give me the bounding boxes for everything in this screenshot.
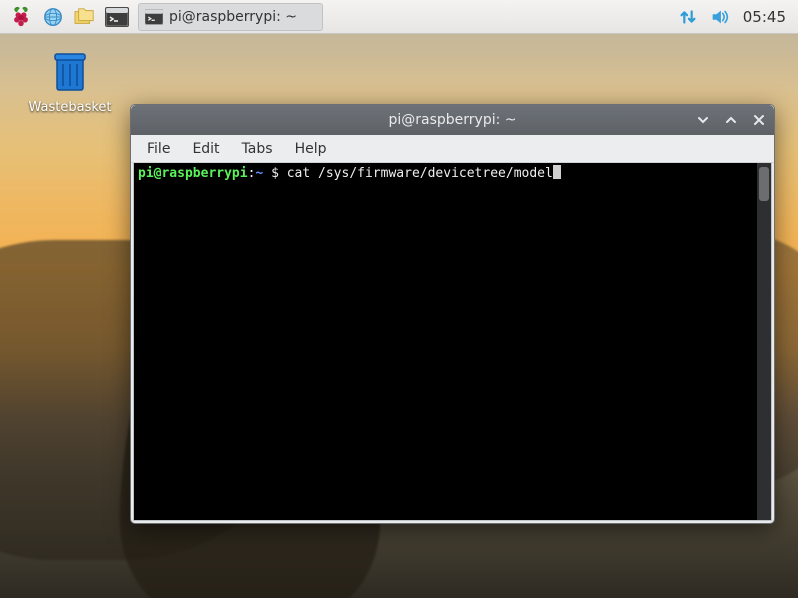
window-titlebar[interactable]: pi@raspberrypi: ~ xyxy=(131,105,774,135)
window-close-button[interactable] xyxy=(750,111,768,129)
chevron-down-icon xyxy=(696,113,710,127)
speaker-icon xyxy=(709,6,731,28)
network-indicator[interactable] xyxy=(673,3,703,31)
raspberry-icon xyxy=(10,6,32,28)
menu-file[interactable]: File xyxy=(137,138,180,160)
taskbar-window-label: pi@raspberrypi: ~ xyxy=(169,9,297,25)
chevron-up-icon xyxy=(724,113,738,127)
globe-icon xyxy=(42,6,64,28)
close-icon xyxy=(752,113,766,127)
window-title: pi@raspberrypi: ~ xyxy=(388,112,516,128)
prompt-dollar: $ xyxy=(271,166,287,181)
terminal-window: pi@raspberrypi: ~ File Edit Tabs Help xyxy=(130,104,775,524)
window-menubar: File Edit Tabs Help xyxy=(131,135,774,163)
scrollbar-thumb[interactable] xyxy=(759,167,769,201)
terminal-area: pi@raspberrypi:~ $ cat /sys/firmware/dev… xyxy=(133,163,772,521)
clock[interactable]: 05:45 xyxy=(737,8,792,26)
volume-indicator[interactable] xyxy=(705,3,735,31)
terminal-cursor xyxy=(553,165,561,179)
terminal-icon xyxy=(106,8,128,26)
terminal-icon xyxy=(145,9,163,25)
desktop-icon-wastebasket[interactable]: Wastebasket xyxy=(30,48,110,115)
terminal-command: cat /sys/firmware/devicetree/model xyxy=(287,166,553,181)
terminal-output[interactable]: pi@raspberrypi:~ $ cat /sys/firmware/dev… xyxy=(134,163,757,520)
web-browser-launcher[interactable] xyxy=(38,3,68,31)
prompt-userhost: pi@raspberrypi xyxy=(138,166,248,181)
prompt-cwd: ~ xyxy=(255,166,271,181)
trash-icon xyxy=(48,48,92,96)
app-menu-button[interactable] xyxy=(6,3,36,31)
network-updown-icon xyxy=(677,6,699,28)
terminal-scrollbar[interactable] xyxy=(757,163,771,520)
window-minimize-button[interactable] xyxy=(694,111,712,129)
menu-help[interactable]: Help xyxy=(285,138,337,160)
window-maximize-button[interactable] xyxy=(722,111,740,129)
desktop-icon-label: Wastebasket xyxy=(29,100,112,115)
menu-edit[interactable]: Edit xyxy=(182,138,229,160)
terminal-launcher[interactable] xyxy=(102,3,132,31)
file-manager-launcher[interactable] xyxy=(70,3,100,31)
taskbar-window-button[interactable]: pi@raspberrypi: ~ xyxy=(138,3,323,31)
menu-tabs[interactable]: Tabs xyxy=(232,138,283,160)
folders-icon xyxy=(73,7,97,27)
taskbar: pi@raspberrypi: ~ 05:45 xyxy=(0,0,798,34)
